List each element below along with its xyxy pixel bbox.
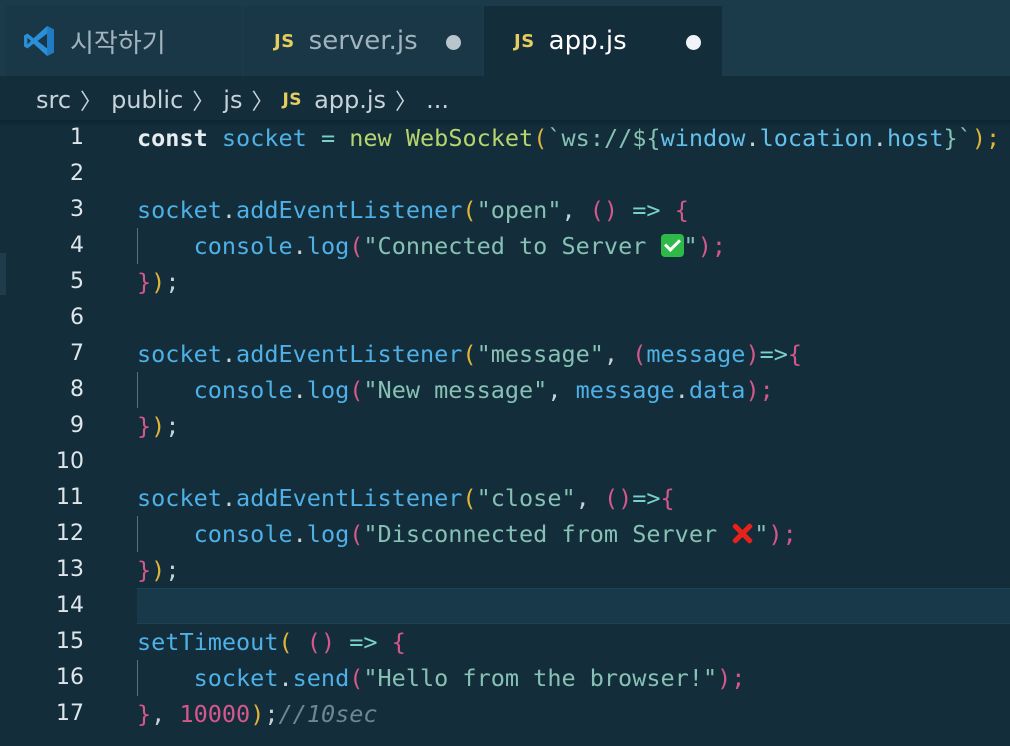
code-text[interactable]: socket.send("Hello from the browser!");: [137, 660, 746, 696]
line-number: 2: [70, 161, 84, 186]
code-line: 5 });: [0, 264, 1010, 300]
code-text[interactable]: });: [137, 264, 179, 300]
breadcrumb-more[interactable]: ...: [426, 86, 449, 114]
code-text[interactable]: socket.addEventListener("open", () => {: [137, 192, 689, 228]
breadcrumb-item-public[interactable]: public: [111, 86, 183, 114]
code-text[interactable]: });: [137, 408, 179, 444]
breadcrumb: src 〉 public 〉 js 〉 JS app.js 〉 ...: [36, 80, 449, 120]
code-line: 10: [0, 444, 1010, 480]
js-file-icon: JS: [514, 30, 535, 52]
line-number: 12: [56, 521, 84, 546]
line-number: 11: [56, 485, 84, 510]
breadcrumb-item-file[interactable]: app.js: [314, 86, 386, 114]
code-area[interactable]: 1 const socket = new WebSocket(`ws://${w…: [0, 120, 1010, 746]
unsaved-dot-icon[interactable]: [686, 35, 701, 50]
chevron-right-icon: 〉: [395, 90, 418, 115]
tab-label: 시작하기: [70, 28, 166, 59]
tab-label: server.js: [308, 26, 418, 56]
line-number: 17: [56, 701, 84, 726]
line-number: 3: [70, 197, 84, 222]
code-text[interactable]: });: [137, 552, 179, 588]
chevron-right-icon: 〉: [251, 90, 274, 115]
code-line: 15 setTimeout( () => {: [0, 624, 1010, 660]
code-line: 9 });: [0, 408, 1010, 444]
code-text[interactable]: console.log("Connected to Server ");: [137, 228, 726, 264]
line-number: 4: [70, 233, 84, 258]
check-mark-emoji-icon: [660, 234, 684, 257]
code-text[interactable]: socket.addEventListener("close", ()=>{: [137, 480, 675, 516]
code-line: 16 socket.send("Hello from the browser!"…: [0, 660, 1010, 696]
js-file-icon: JS: [282, 90, 303, 110]
code-text[interactable]: const socket = new WebSocket(`ws://${win…: [137, 120, 1000, 156]
line-number: 7: [70, 341, 84, 366]
breadcrumb-item-src[interactable]: src: [36, 86, 71, 114]
chevron-right-icon: 〉: [192, 90, 215, 115]
line-number: 9: [70, 413, 84, 438]
code-line: 11 socket.addEventListener("close", ()=>…: [0, 480, 1010, 516]
line-number: 8: [70, 377, 84, 402]
code-line: 8 console.log("New message", message.dat…: [0, 372, 1010, 408]
unsaved-dot-icon[interactable]: [446, 35, 461, 50]
code-text[interactable]: console.log("Disconnected from Server ")…: [137, 516, 797, 552]
tab-app-js[interactable]: JS app.js: [484, 6, 722, 76]
line-number: 14: [56, 593, 84, 618]
line-number: 5: [70, 269, 84, 294]
code-line: 12 console.log("Disconnected from Server…: [0, 516, 1010, 552]
code-line: 7 socket.addEventListener("message", (me…: [0, 336, 1010, 372]
code-line: 17 }, 10000);//10sec: [0, 696, 1010, 732]
tab-label: app.js: [548, 26, 627, 56]
line-number: 13: [56, 557, 84, 582]
line-number: 1: [70, 125, 84, 150]
vscode-logo-icon: [24, 26, 54, 56]
tab-welcome[interactable]: 시작하기: [6, 6, 242, 76]
current-line-highlight: [137, 588, 1010, 624]
code-editor: 시작하기 JS server.js JS app.js src 〉 public…: [0, 0, 1010, 746]
js-file-icon: JS: [274, 30, 295, 52]
tab-bar: 시작하기 JS server.js JS app.js: [0, 0, 1010, 76]
tab-server-js[interactable]: JS server.js: [244, 6, 482, 76]
line-number: 6: [70, 305, 84, 330]
code-text[interactable]: setTimeout( () => {: [137, 624, 406, 660]
code-line-current: 14: [0, 588, 1010, 624]
code-line: 1 const socket = new WebSocket(`ws://${w…: [0, 120, 1010, 156]
chevron-right-icon: 〉: [80, 90, 103, 115]
code-line: 2: [0, 156, 1010, 192]
line-number: 16: [56, 665, 84, 690]
breadcrumb-item-js[interactable]: js: [223, 86, 242, 114]
line-number: 10: [56, 449, 84, 474]
code-line: 13 });: [0, 552, 1010, 588]
code-text[interactable]: console.log("New message", message.data)…: [137, 372, 774, 408]
line-number: 15: [56, 629, 84, 654]
code-line: 4 console.log("Connected to Server ");: [0, 228, 1010, 264]
code-text[interactable]: }, 10000);//10sec: [137, 696, 378, 732]
code-line: 6: [0, 300, 1010, 336]
code-text[interactable]: socket.addEventListener("message", (mess…: [137, 336, 802, 372]
code-line: 3 socket.addEventListener("open", () => …: [0, 192, 1010, 228]
cross-mark-emoji-icon: [731, 522, 754, 545]
